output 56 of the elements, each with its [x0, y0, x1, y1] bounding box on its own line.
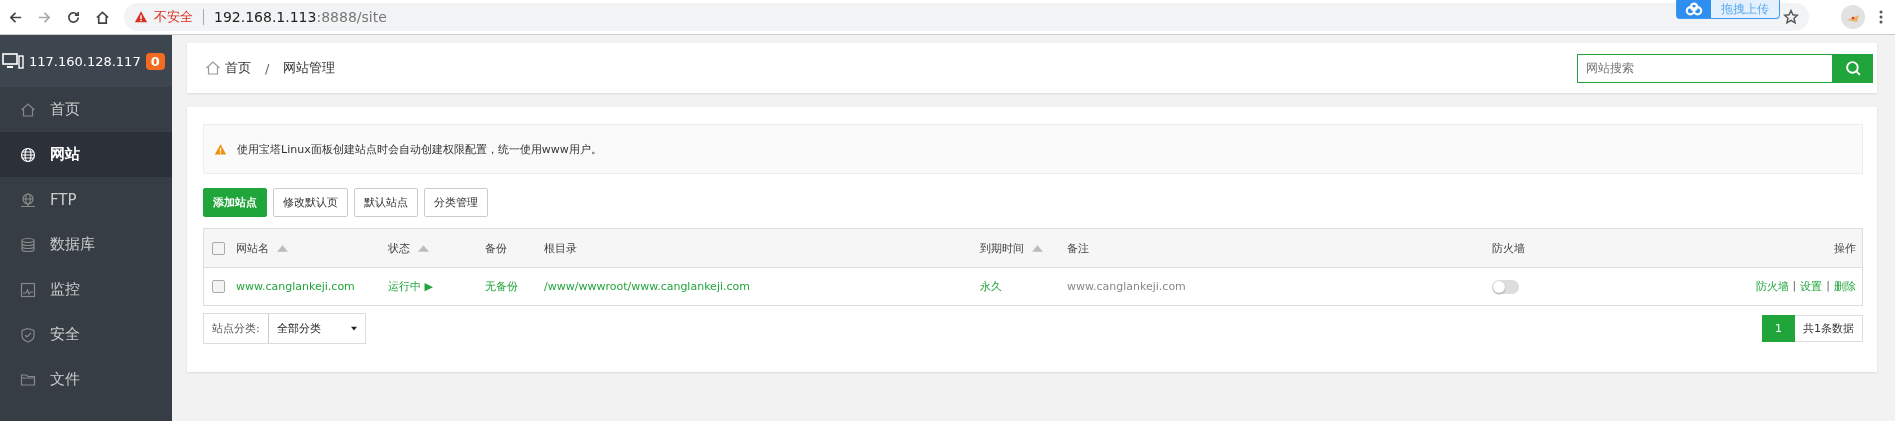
menu-icon[interactable]: [1879, 9, 1883, 25]
search-icon: [1844, 59, 1862, 77]
reload-icon[interactable]: [66, 9, 81, 25]
firewall-toggle[interactable]: [1492, 279, 1519, 294]
column-header[interactable]: 到期时间: [980, 240, 1024, 256]
column-header: 防火墙: [1492, 240, 1525, 256]
sidebar-item[interactable]: 监控: [0, 267, 172, 312]
sort-icon[interactable]: [418, 244, 429, 252]
warning-icon: [134, 10, 148, 24]
url-text: 192.168.1.113:8888/site: [214, 9, 387, 25]
breadcrumb-item[interactable]: 首页: [225, 59, 251, 77]
column-header: 备注: [1067, 240, 1089, 256]
home-icon[interactable]: [95, 9, 110, 25]
profile-avatar[interactable]: [1841, 5, 1865, 29]
sidebar-item[interactable]: 文件: [0, 357, 172, 402]
toolbar-button[interactable]: 默认站点: [354, 188, 418, 217]
toolbar-button[interactable]: 分类管理: [424, 188, 488, 217]
network-globe-icon: [20, 191, 36, 208]
caret-icon: [350, 326, 357, 331]
sort-icon[interactable]: [277, 244, 288, 252]
filter-label: 站点分类:: [211, 321, 261, 337]
breadcrumb-item: 网站管理: [283, 59, 336, 77]
sidebar-item[interactable]: FTP: [0, 177, 172, 222]
total-count: 共1条数据: [1795, 315, 1863, 342]
action-separator: |: [1826, 279, 1830, 294]
shield-icon: [20, 326, 36, 343]
warning-icon: [214, 142, 227, 156]
search-field[interactable]: 网站搜索: [1577, 53, 1833, 83]
sort-icon[interactable]: [1032, 244, 1043, 252]
sidebar-item[interactable]: 安全: [0, 312, 172, 357]
house-icon: [20, 101, 36, 118]
house-icon[interactable]: [205, 60, 221, 76]
notice-text: 使用宝塔Linux面板创建站点时会自动创建权限配置，统一使用www用户。: [237, 141, 602, 157]
globe-icon: [20, 146, 36, 163]
star-icon[interactable]: [1783, 9, 1799, 25]
folder-icon: [20, 371, 36, 388]
column-header: 操作: [1834, 240, 1856, 256]
checkbox[interactable]: [212, 280, 225, 293]
column-header: 备份: [485, 240, 507, 256]
note-text[interactable]: www.canglankeji.com: [1067, 280, 1186, 293]
column-header: 根目录: [544, 240, 577, 256]
security-label: 不安全: [154, 8, 193, 26]
column-header[interactable]: 网站名: [236, 240, 269, 256]
checkbox[interactable]: [212, 241, 225, 255]
sidebar-item[interactable]: 网站: [0, 132, 172, 177]
computer-icon: [2, 53, 24, 69]
column-header[interactable]: 状态: [388, 240, 410, 256]
database-icon: [20, 236, 36, 253]
sidebar-item[interactable]: 首页: [0, 87, 172, 132]
toolbar-button[interactable]: 修改默认页: [273, 188, 348, 217]
search-button[interactable]: [1833, 53, 1873, 83]
server-address: 117.160.128.117: [29, 53, 141, 69]
chart-icon: [20, 281, 36, 298]
breadcrumb-separator: /: [265, 60, 270, 76]
sidebar-item[interactable]: 数据库: [0, 222, 172, 267]
action-separator: |: [1792, 279, 1797, 294]
